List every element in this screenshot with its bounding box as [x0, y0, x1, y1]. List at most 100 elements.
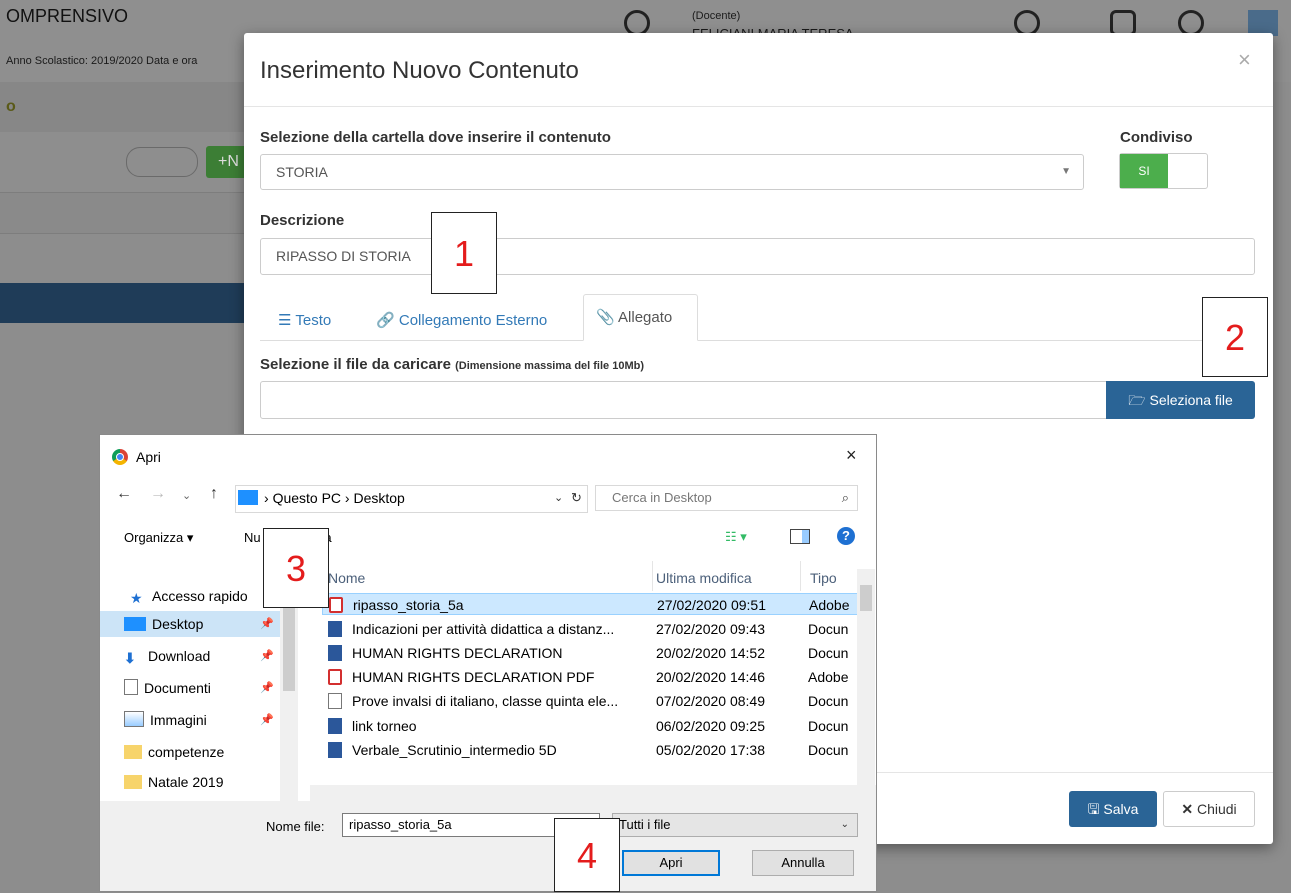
folder-buttons[interactable] [126, 147, 198, 177]
shared-toggle-on: SI [1120, 154, 1168, 188]
file-name: Verbale_Scrutinio_intermedio 5D [352, 742, 557, 758]
chevron-down-icon: ⌄ [840, 819, 849, 830]
nav-item-desktop[interactable]: Desktop [124, 611, 203, 637]
pin-icon[interactable]: 📌 [260, 681, 274, 694]
pdf-file-icon [329, 597, 343, 613]
folder-icon [124, 745, 142, 759]
pc-icon [238, 490, 258, 505]
dialog-close-icon[interactable]: × [846, 445, 857, 466]
select-file-button[interactable]: 🗁 Seleziona file [1106, 381, 1255, 419]
address-path: › Questo PC › Desktop [264, 486, 405, 510]
user-role: (Docente) [692, 10, 741, 22]
pin-icon[interactable]: 📌 [260, 617, 274, 630]
tab-allegato[interactable]: 📎 Allegato [583, 294, 698, 341]
nav-label: Accesso rapido [152, 588, 248, 604]
folder-select-value: STORIA [276, 164, 328, 180]
description-label: Descrizione [260, 212, 345, 229]
menu-bar [0, 82, 244, 132]
nav-label: Desktop [152, 616, 204, 632]
nav-label: Documenti [144, 680, 211, 696]
new-button[interactable]: +N [206, 146, 244, 178]
modal-close-icon[interactable]: × [1238, 47, 1251, 73]
tab-collegamento-esterno[interactable]: 🔗 Collegamento Esterno [364, 303, 559, 341]
search-placeholder: Cerca in Desktop [612, 490, 712, 505]
documents-icon [124, 679, 138, 695]
word-file-icon [328, 645, 342, 661]
back-arrow-icon[interactable]: ← [116, 485, 132, 503]
tab-testo[interactable]: ☰ Testo [266, 303, 343, 341]
filetype-select[interactable]: Tutti i file ⌄ [612, 813, 858, 837]
cancel-button[interactable]: Annulla [752, 850, 854, 876]
callout-4: 4 [554, 818, 620, 892]
search-input[interactable]: Cerca in Desktop ⌕ [595, 485, 858, 511]
nav-item-documenti[interactable]: Documenti [124, 675, 211, 701]
close-button[interactable]: ✕ Chiudi [1163, 791, 1255, 827]
organize-menu[interactable]: Organizza ▾ [124, 530, 193, 546]
file-type: Docun [808, 718, 849, 734]
file-modified: 20/02/2020 14:46 [656, 669, 765, 685]
refresh-icon[interactable]: ↻ [571, 486, 582, 510]
column-name[interactable]: Nome [328, 570, 365, 586]
word-file-icon [328, 718, 342, 734]
file-modified: 06/02/2020 09:25 [656, 718, 765, 734]
file-type: Docun [808, 742, 849, 758]
nav-item-natale-2019[interactable]: Natale 2019 [124, 769, 224, 795]
download-icon: ⬇ [124, 650, 136, 666]
file-modified: 05/02/2020 17:38 [656, 742, 765, 758]
column-modified[interactable]: Ultima modifica [656, 570, 752, 586]
nav-item-immagini[interactable]: Immagini [124, 707, 207, 733]
help-icon[interactable]: ? [837, 527, 855, 545]
address-bar[interactable]: › Questo PC › Desktop ⌄ ↻ [235, 485, 588, 513]
folder-open-icon: 🗁 [1128, 392, 1146, 408]
preview-pane-icon[interactable] [790, 529, 810, 544]
file-modified: 07/02/2020 08:49 [656, 693, 765, 709]
dialog-toolbar [100, 521, 876, 558]
save-icon: 🖫 [1087, 801, 1100, 817]
view-options-icon[interactable]: ☷ ▾ [725, 529, 747, 545]
horizontal-scrollbar[interactable] [310, 785, 876, 801]
file-name: HUMAN RIGHTS DECLARATION PDF [352, 669, 595, 685]
save-button[interactable]: 🖫 Salva [1069, 791, 1157, 827]
file-type: Docun [808, 693, 849, 709]
nav-label: competenze [148, 744, 225, 760]
nav-item-competenze[interactable]: competenze [124, 739, 224, 765]
list-scrollbar-thumb[interactable] [860, 585, 872, 611]
file-row[interactable]: ripasso_storia_5a 27/02/2020 09:51 Adobe [322, 593, 860, 615]
filetype-value: Tutti i file [619, 817, 671, 832]
selected-row[interactable] [0, 283, 244, 323]
chrome-icon [112, 449, 128, 465]
forward-arrow-icon[interactable]: → [150, 485, 166, 503]
recent-chevron-icon[interactable]: ⌄ [182, 489, 191, 502]
file-row[interactable]: link torneo 06/02/2020 09:25 Docun [322, 715, 860, 737]
open-file-dialog: Apri × ← → ⌄ ↑ › Questo PC › Desktop ⌄ ↻… [99, 434, 877, 892]
pin-icon[interactable]: 📌 [260, 713, 274, 726]
nav-item-download[interactable]: ⬇ Download [124, 643, 210, 669]
column-separator [652, 561, 653, 591]
shared-toggle[interactable]: SI [1119, 153, 1208, 189]
file-row[interactable]: HUMAN RIGHTS DECLARATION 20/02/2020 14:52… [322, 642, 860, 664]
tab-testo-label: Testo [295, 312, 332, 329]
folder-select[interactable]: STORIA ▼ [260, 154, 1084, 190]
path-prefix: › [264, 490, 269, 506]
shared-label: Condiviso [1120, 129, 1193, 146]
star-icon: ★ [130, 590, 143, 606]
pin-icon[interactable]: 📌 [260, 649, 274, 662]
file-row[interactable]: Prove invalsi di italiano, classe quinta… [322, 690, 860, 712]
nav-label: Download [148, 648, 211, 664]
file-type: Adobe [808, 669, 849, 685]
column-type[interactable]: Tipo [810, 570, 837, 586]
chevron-down-icon[interactable]: ⌄ [554, 486, 563, 510]
file-type: Adobe [809, 597, 850, 613]
open-button[interactable]: Apri [622, 850, 720, 876]
file-row[interactable]: HUMAN RIGHTS DECLARATION PDF 20/02/2020 1… [322, 666, 860, 688]
file-label-text: Selezione il file da caricare [260, 356, 451, 373]
file-row[interactable]: Verbale_Scrutinio_intermedio 5D 05/02/202… [322, 739, 860, 761]
file-row[interactable]: Indicazioni per attività didattica a dis… [322, 618, 860, 640]
file-path-input[interactable] [260, 381, 1107, 419]
nav-item-accesso-rapido[interactable]: ★ Accesso rapido [130, 583, 248, 609]
select-file-label: Seleziona file [1149, 392, 1233, 408]
dialog-title: Apri [136, 449, 161, 465]
description-input[interactable]: RIPASSO DI STORIA [260, 238, 1255, 275]
paperclip-icon: 📎 [596, 309, 615, 326]
up-arrow-icon[interactable]: ↑ [210, 485, 218, 503]
